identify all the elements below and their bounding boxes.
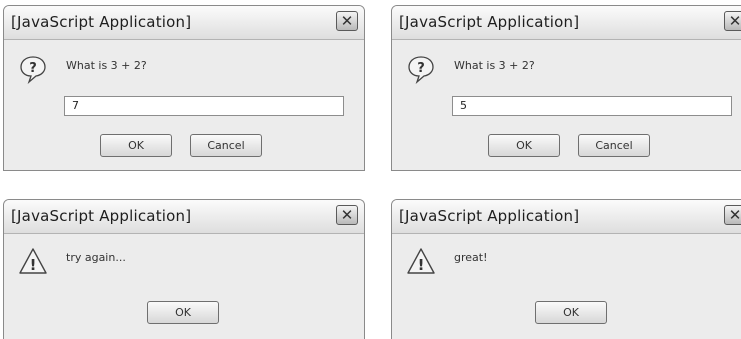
svg-text:!: !: [418, 256, 425, 274]
ok-button[interactable]: OK: [488, 134, 560, 157]
answer-input[interactable]: 7: [64, 96, 344, 116]
dialog-titlebar[interactable]: [JavaScript Application] ✕: [4, 6, 364, 40]
prompt-message: What is 3 + 2?: [454, 59, 535, 72]
question-icon: ?: [408, 56, 434, 84]
svg-text:?: ?: [29, 61, 37, 76]
ok-button[interactable]: OK: [147, 301, 219, 324]
alert-message: try again...: [66, 251, 126, 264]
prompt-dialog-wrong-answer: [JavaScript Application] ✕ ? What is 3 +…: [3, 5, 365, 171]
prompt-message: What is 3 + 2?: [66, 59, 147, 72]
close-button[interactable]: ✕: [336, 11, 358, 31]
dialog-titlebar[interactable]: [JavaScript Application] ✕: [392, 6, 741, 40]
close-icon: ✕: [728, 12, 741, 30]
dialog-titlebar[interactable]: [JavaScript Application] ✕: [392, 200, 741, 234]
dialog-title: [JavaScript Application]: [399, 207, 580, 225]
dialog-title: [JavaScript Application]: [399, 13, 580, 31]
close-icon: ✕: [728, 206, 741, 224]
alert-dialog-great: [JavaScript Application] ✕ ! great! OK: [391, 199, 741, 339]
prompt-dialog-right-answer: [JavaScript Application] ✕ ? What is 3 +…: [391, 5, 741, 171]
dialog-titlebar[interactable]: [JavaScript Application] ✕: [4, 200, 364, 234]
dialog-title: [JavaScript Application]: [11, 207, 192, 225]
warning-icon: !: [19, 248, 47, 274]
ok-button[interactable]: OK: [100, 134, 172, 157]
question-icon: ?: [20, 56, 46, 84]
close-icon: ✕: [340, 206, 354, 224]
ok-button[interactable]: OK: [535, 301, 607, 324]
svg-text:!: !: [30, 256, 37, 274]
warning-icon: !: [407, 248, 435, 274]
dialog-title: [JavaScript Application]: [11, 13, 192, 31]
alert-dialog-try-again: [JavaScript Application] ✕ ! try again..…: [3, 199, 365, 339]
close-icon: ✕: [340, 12, 354, 30]
close-button[interactable]: ✕: [724, 205, 741, 225]
cancel-button[interactable]: Cancel: [190, 134, 262, 157]
svg-text:?: ?: [417, 61, 425, 76]
alert-message: great!: [454, 251, 488, 264]
answer-input[interactable]: 5: [452, 96, 732, 116]
close-button[interactable]: ✕: [724, 11, 741, 31]
close-button[interactable]: ✕: [336, 205, 358, 225]
cancel-button[interactable]: Cancel: [578, 134, 650, 157]
